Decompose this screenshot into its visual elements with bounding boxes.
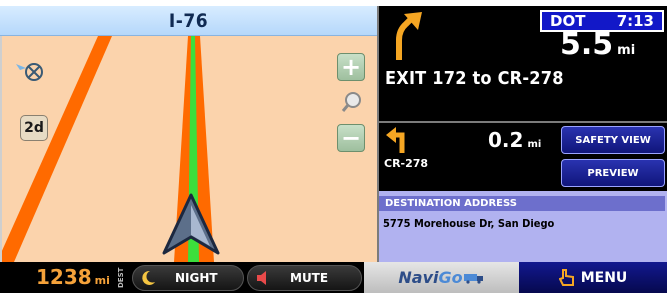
navigo-logo: Navi Go	[364, 262, 519, 293]
minus-icon: −	[340, 124, 362, 152]
maneuver-distance-unit: mi	[617, 43, 636, 58]
clock-time: 7:13	[616, 12, 654, 30]
bear-right-arrow-icon	[396, 12, 422, 60]
menu-button[interactable]: MENU	[519, 262, 667, 293]
next-distance-value: 0.2	[488, 128, 524, 152]
truck-logo-icon	[463, 273, 483, 284]
zoom-out-button[interactable]: −	[337, 124, 365, 152]
view-mode-2d-button[interactable]: 2d	[20, 115, 48, 141]
speaker-icon	[248, 269, 278, 287]
plus-icon: +	[340, 53, 362, 81]
destination-label: DESTINATION ADDRESS	[379, 196, 665, 211]
night-mode-label: NIGHT	[175, 271, 218, 285]
maneuver-distance: 5.5 mi	[560, 30, 635, 66]
maneuver-instruction: EXIT 172 to CR-278	[385, 68, 564, 89]
next-street-name: CR-278	[384, 157, 429, 170]
next-distance-unit: mi	[527, 139, 542, 150]
zoom-in-button[interactable]: +	[337, 53, 365, 81]
menu-label: MENU	[580, 269, 628, 286]
next-maneuver-distance: 0.2 mi	[488, 128, 541, 152]
maneuver-distance-value: 5.5	[560, 27, 614, 62]
compass-icon[interactable]	[14, 55, 48, 89]
turn-left-arrow-icon	[386, 127, 405, 153]
dest-tag: DEST	[117, 267, 125, 289]
moon-icon	[133, 269, 163, 287]
destination-address: 5775 Morehouse Dr, San Diego	[383, 217, 555, 230]
status-badge: DOT 7:13	[540, 10, 664, 32]
safety-view-button[interactable]: SAFETY VIEW	[561, 126, 665, 154]
logo-text-go: Go	[438, 268, 463, 287]
preview-button[interactable]: PREVIEW	[561, 159, 665, 187]
remaining-distance: 1238 mi	[36, 265, 110, 289]
current-street-name: I-76	[0, 6, 377, 36]
remaining-distance-value: 1238	[36, 265, 92, 289]
zoom-magnifier-icon	[341, 92, 361, 112]
mute-button[interactable]: MUTE	[247, 265, 362, 291]
mode-label: DOT	[550, 12, 586, 30]
remaining-distance-unit: mi	[94, 274, 110, 287]
mute-label: MUTE	[290, 271, 329, 285]
logo-text-navi: Navi	[398, 268, 439, 287]
night-mode-button[interactable]: NIGHT	[132, 265, 244, 291]
vehicle-position-arrow-icon	[162, 193, 220, 255]
pointer-hand-icon	[558, 268, 575, 287]
